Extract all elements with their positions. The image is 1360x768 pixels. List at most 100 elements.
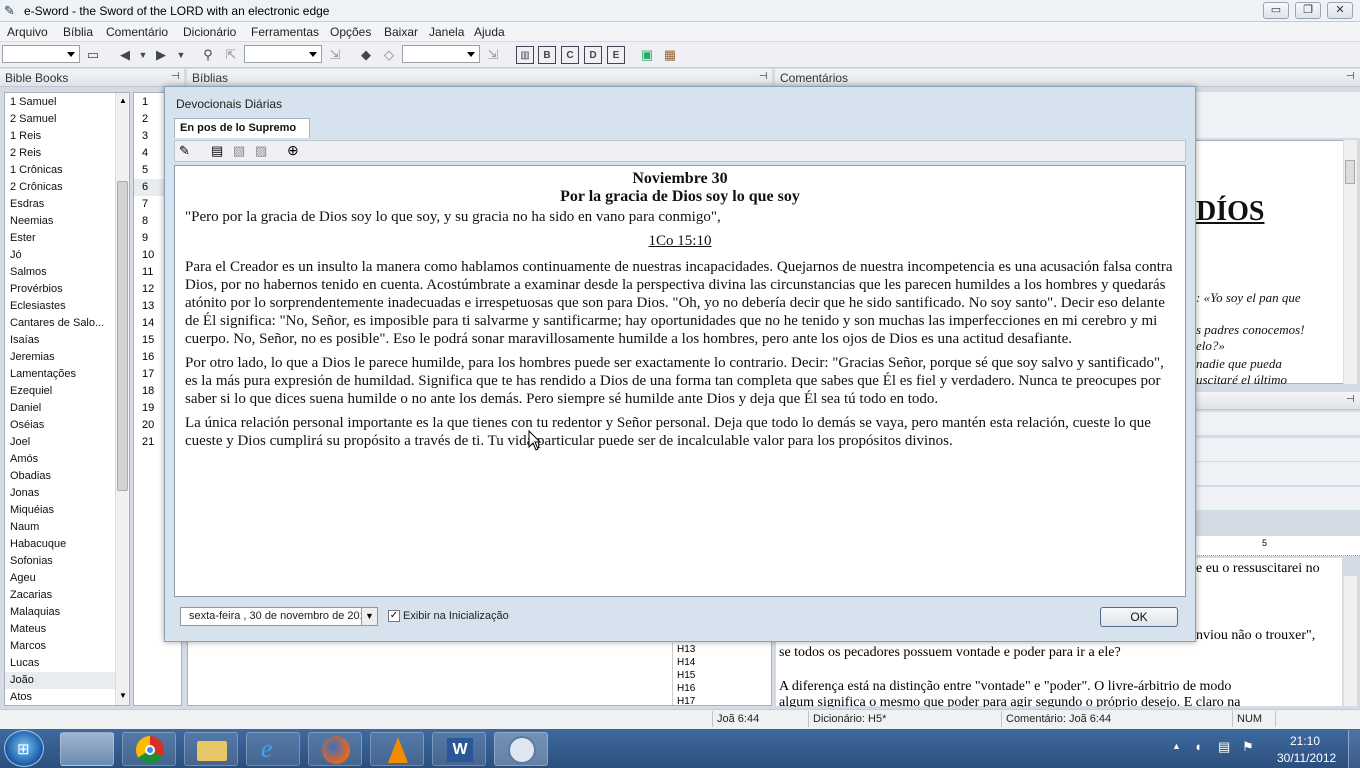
show-at-startup-checkbox[interactable]: ✓ [388,610,400,622]
tab-devotional[interactable]: En pos de lo Supremo [174,118,310,138]
book-list-item[interactable]: Mateus [5,621,115,638]
tag-icon[interactable]: ◆ [357,46,375,64]
book-list-item[interactable]: Provérbios [5,281,115,298]
book-list-item[interactable]: Miquéias [5,502,115,519]
flag-icon[interactable]: ⚑ [1242,739,1254,755]
bible-select[interactable] [2,45,80,63]
books-scrollbar[interactable]: ▲ ▼ [115,93,129,705]
ie-icon[interactable]: e [246,732,300,766]
book-icon[interactable]: ▭ [84,46,102,64]
edit-icon[interactable]: ✎ [179,143,190,159]
explorer-icon[interactable] [184,732,238,766]
book-list-item[interactable]: Zacarias [5,587,115,604]
menu-ferramentas[interactable]: Ferramentas [251,25,319,39]
zoom-icon[interactable]: ⊕ [287,142,299,159]
commentary-select[interactable] [244,45,322,63]
book-list-item[interactable]: Obadias [5,468,115,485]
menu-baixar[interactable]: Baixar [384,25,418,39]
book-list-item[interactable]: Ageu [5,570,115,587]
book-list-item[interactable]: Atos [5,689,115,705]
menu-opcoes[interactable]: Opções [330,25,371,39]
devotional-text[interactable]: Noviembre 30 Por la gracia de Dios soy l… [174,165,1186,597]
menu-biblia[interactable]: Bíblia [63,25,93,39]
pin-icon[interactable]: ⊣ [1346,71,1356,83]
date-picker[interactable]: sexta-feira , 30 de novembro de 2012 [180,607,378,626]
menu-arquivo[interactable]: Arquivo [7,25,48,39]
book-list-item[interactable]: Jonas [5,485,115,502]
book-list-item[interactable]: Habacuque [5,536,115,553]
strongs-list[interactable]: H13 H14 H15 H16 H17 [672,643,768,705]
print-icon[interactable]: ▨ [255,143,267,159]
tray-expand-icon[interactable]: ▲ [1172,741,1181,751]
vlc-icon[interactable] [370,732,424,766]
book-list-item[interactable]: Cantares de Salo... [5,315,115,332]
forward-icon[interactable]: ▶ [152,46,170,64]
book-list-item[interactable]: 1 Samuel [5,94,115,111]
ok-button[interactable]: OK [1100,607,1178,627]
book-list-item[interactable]: Esdras [5,196,115,213]
book-list-item[interactable]: Sofonias [5,553,115,570]
book-list-item[interactable]: Eclesiastes [5,298,115,315]
list-item[interactable]: H13 [677,643,768,656]
search-next-icon[interactable]: ⇲ [484,46,502,64]
copy-icon[interactable]: ▤ [211,143,223,159]
chevron-down-icon[interactable]: ▼ [134,46,152,64]
search-next-icon[interactable]: ⇲ [326,46,344,64]
show-desktop-button[interactable] [1348,730,1360,768]
chrome-icon[interactable] [122,732,176,766]
scroll-up-icon[interactable]: ▲ [119,96,127,105]
minimize-button[interactable]: ▭ [1263,2,1289,19]
book-list-item[interactable]: 1 Crônicas [5,162,115,179]
notes-scrollbar[interactable] [1343,576,1357,706]
books-list[interactable]: 1 Samuel 2 Samuel 1 Reis 2 Reis 1 Crônicas 2 … [4,92,130,706]
date-dropdown-button[interactable]: ▼ [361,608,377,625]
layout-1-icon[interactable]: ▥ [516,46,534,64]
book-list-item[interactable]: Ezequiel [5,383,115,400]
scroll-down-icon[interactable]: ▼ [119,691,127,700]
menu-ajuda[interactable]: Ajuda [474,25,505,39]
book-list-item[interactable]: Amós [5,451,115,468]
book-list-item[interactable]: Ester [5,230,115,247]
firefox-icon[interactable] [308,732,362,766]
book-list-item[interactable]: 2 Reis [5,145,115,162]
volume-icon[interactable]: ◖ [1194,739,1202,754]
tray-time[interactable]: 21:10 [1290,734,1320,748]
pin-icon[interactable]: ⊣ [171,71,181,83]
book-list-item[interactable]: Marcos [5,638,115,655]
layout-e-icon[interactable]: E [607,46,625,64]
eraser-icon[interactable]: ◇ [380,46,398,64]
book-list-item[interactable]: Jó [5,247,115,264]
layout-b-icon[interactable]: B [538,46,556,64]
list-item[interactable]: H15 [677,669,768,682]
book-list-item[interactable]: Neemias [5,213,115,230]
dictionary-select[interactable] [402,45,480,63]
list-item[interactable]: H14 [677,656,768,669]
book-list-item[interactable]: João [5,672,115,689]
scroll-thumb[interactable] [117,181,128,491]
book-list-item[interactable]: Daniel [5,400,115,417]
start-button[interactable]: ⊞ [4,730,44,767]
book-list-item[interactable]: Salmos [5,264,115,281]
list-item[interactable]: H16 [677,682,768,695]
close-button[interactable]: ✕ [1327,2,1353,19]
grid-icon[interactable]: ▦ [661,46,679,64]
menu-comentario[interactable]: Comentário [106,25,168,39]
esword-icon[interactable] [494,732,548,766]
menu-dicionario[interactable]: Dicionário [183,25,236,39]
book-list-item[interactable]: Isaías [5,332,115,349]
network-icon[interactable]: ▤ [1218,739,1230,755]
tray-date[interactable]: 30/11/2012 [1277,751,1336,765]
book-list-item[interactable]: Oséias [5,417,115,434]
book-list-item[interactable]: 1 Reis [5,128,115,145]
book-list-item[interactable]: 2 Crônicas [5,179,115,196]
calculator-icon[interactable] [60,732,114,766]
commentary-scroll-thumb[interactable] [1345,160,1355,184]
layout-d-icon[interactable]: D [584,46,602,64]
book-list-item[interactable]: Malaquias [5,604,115,621]
maximize-button[interactable]: ❐ [1295,2,1321,19]
book-list-item[interactable]: Jeremias [5,349,115,366]
back-icon[interactable]: ◀ [116,46,134,64]
book-list-item[interactable]: 2 Samuel [5,111,115,128]
paste-icon[interactable]: ▧ [233,143,245,159]
pin-icon[interactable]: ⊣ [759,71,769,83]
